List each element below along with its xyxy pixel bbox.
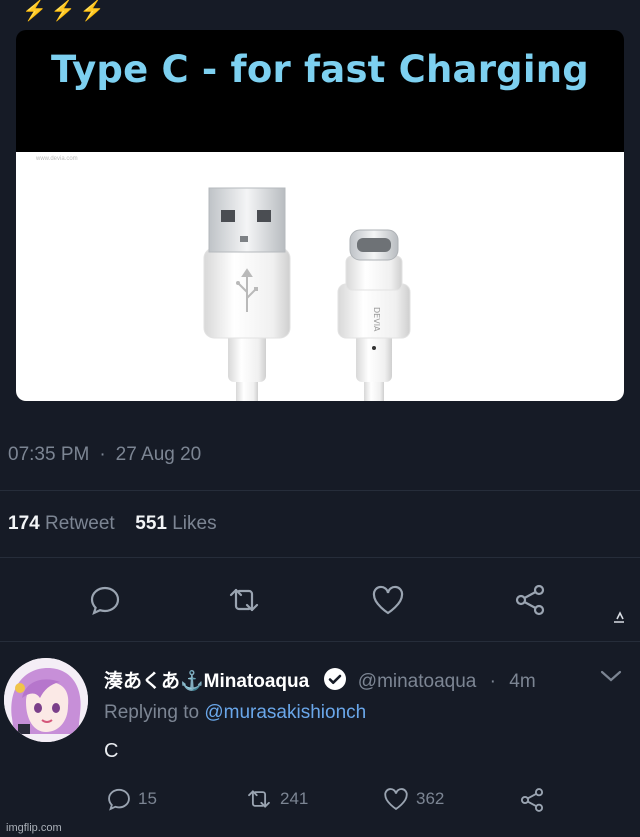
divider [0, 641, 640, 642]
lightning-emoji: ⚡⚡⚡ [22, 0, 109, 22]
heart-icon [384, 788, 408, 811]
comment-icon [108, 788, 130, 811]
avatar[interactable] [4, 658, 88, 742]
user-handle[interactable]: @minatoaqua [358, 671, 477, 692]
mention-link[interactable]: @murasakishionch [204, 702, 366, 723]
reply-action-bar: 15 241 362 [0, 786, 640, 820]
likes-label[interactable]: Likes [172, 513, 216, 534]
imgflip-watermark: imgflip.com [6, 822, 62, 834]
reply-header: 湊あくあ⚓Minatoaqua @minatoaqua · 4m [104, 666, 536, 697]
media-title: Type C - for fast Charging [51, 48, 589, 91]
reply-share-button[interactable] [518, 786, 546, 814]
retweet-icon[interactable] [224, 578, 264, 622]
tweet-date: 27 Aug 20 [115, 444, 202, 465]
verified-badge-icon [323, 667, 347, 697]
replying-to: Replying to @murasakishionch [104, 702, 366, 724]
retweet-icon [248, 790, 270, 808]
photo-watermark: www.devia.com [36, 156, 78, 162]
share-icon[interactable] [510, 578, 550, 622]
tweet-action-bar [0, 578, 640, 624]
usb-a-connector [203, 187, 291, 401]
retweet-label[interactable]: Retweet [45, 513, 115, 534]
tweet-stats: 174 Retweet 551 Likes [8, 513, 217, 535]
separator-dot: · [99, 444, 106, 465]
cable-photo: www.devia.com DEVIA [16, 152, 624, 401]
display-name[interactable]: 湊あくあ⚓Minatoaqua [104, 671, 309, 692]
separator-dot: · [489, 671, 496, 692]
tweet-timestamp[interactable]: 07:35 PM · 27 Aug 20 [8, 444, 201, 466]
replying-to-label: Replying to [104, 702, 200, 723]
retweet-count: 174 [8, 513, 40, 534]
reply-retweet-count: 241 [280, 789, 309, 808]
likes-count: 551 [135, 513, 167, 534]
svg-text:DEVIA: DEVIA [372, 307, 381, 332]
tweet-time: 07:35 PM [8, 444, 90, 465]
reply-count: 15 [138, 789, 157, 808]
reply-text: C [104, 740, 119, 762]
reply-like-button[interactable]: 362 [382, 786, 444, 812]
usb-cables-illustration: DEVIA [203, 187, 411, 401]
chevron-down-icon[interactable] [598, 668, 624, 689]
reply-like-count: 362 [416, 789, 445, 808]
tweet-media-image[interactable]: Type C - for fast Charging www.devia.com [16, 30, 624, 401]
divider [0, 557, 640, 558]
divider [0, 490, 640, 491]
share-icon [520, 788, 544, 812]
reply-time[interactable]: 4m [509, 671, 535, 692]
comment-icon[interactable] [85, 578, 125, 622]
reply-tweet[interactable]: 湊あくあ⚓Minatoaqua @minatoaqua · 4m Replyin… [0, 646, 640, 837]
usb-c-connector: DEVIA [337, 229, 411, 401]
reply-retweet-button[interactable]: 241 [244, 786, 308, 812]
share-arrow-icon [612, 610, 626, 629]
heart-icon[interactable] [368, 578, 408, 622]
reply-comment-button[interactable]: 15 [106, 786, 157, 812]
media-title-banner: Type C - for fast Charging [16, 30, 624, 152]
